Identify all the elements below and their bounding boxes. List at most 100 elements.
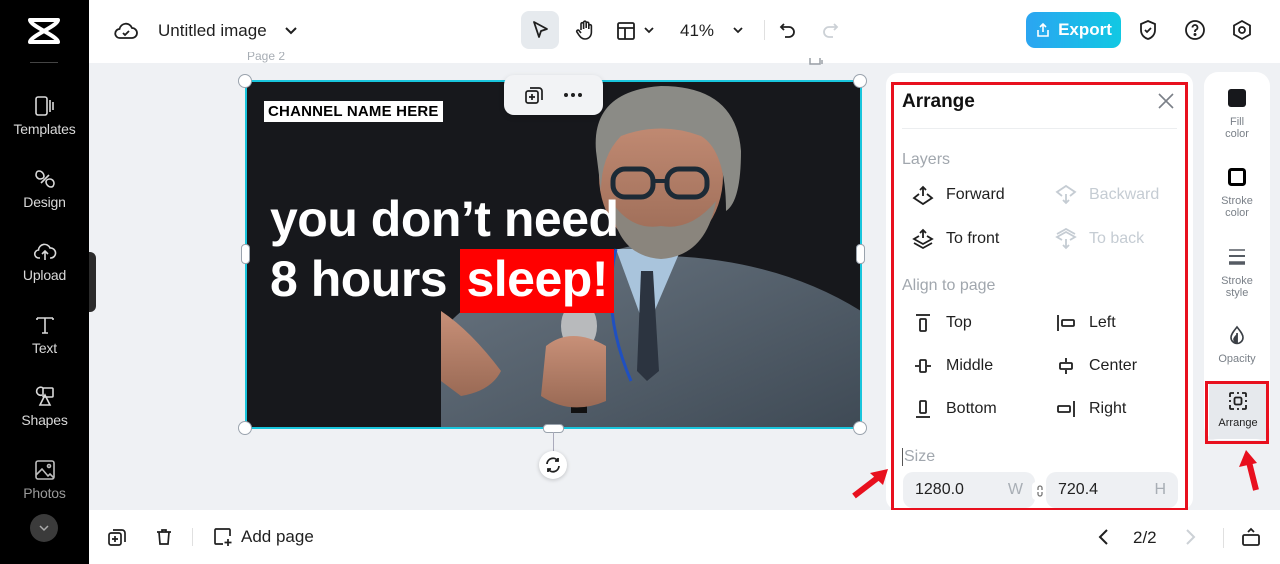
page-panel-toggle[interactable] <box>1241 527 1261 547</box>
channel-name-text[interactable]: CHANNEL NAME HERE <box>264 101 443 122</box>
forward-label: Forward <box>946 186 1005 203</box>
to-front-button[interactable]: To front <box>912 228 999 250</box>
rotate-handle[interactable] <box>539 451 567 479</box>
text-icon <box>33 313 57 337</box>
upload-icon <box>33 240 57 264</box>
stroke-color-label: Stroke color <box>1221 195 1253 219</box>
chevron-right-icon <box>1186 529 1196 545</box>
select-tool-button[interactable] <box>521 11 559 49</box>
zoom-level[interactable]: 41% <box>680 21 714 41</box>
floating-toolbar <box>504 75 603 115</box>
link-icon <box>1037 485 1043 497</box>
hand-icon <box>575 20 593 40</box>
left-sidebar: Templates Design Upload Text Shapes Phot… <box>0 0 89 564</box>
to-back-button[interactable]: To back <box>1055 228 1144 250</box>
capcut-logo-icon[interactable] <box>26 16 62 46</box>
align-top-button[interactable]: Top <box>912 312 972 334</box>
title-dropdown-button[interactable] <box>281 20 301 40</box>
next-page-button[interactable] <box>1183 528 1197 546</box>
height-value: 720.4 <box>1058 481 1099 498</box>
redo-button[interactable] <box>818 19 842 43</box>
resize-handle-bottom-right[interactable] <box>853 421 867 435</box>
sidebar-item-photos[interactable]: Photos <box>0 458 89 516</box>
rotate-icon <box>546 457 560 473</box>
fill-color-icon <box>1227 88 1247 108</box>
sidebar-item-templates[interactable]: Templates <box>0 94 89 152</box>
sidebar-item-label: Upload <box>22 267 67 283</box>
resize-handle-left[interactable] <box>241 244 250 264</box>
sidebar-item-label: Photos <box>23 485 66 501</box>
align-middle-button[interactable]: Middle <box>912 355 993 377</box>
align-middle-icon <box>912 355 934 377</box>
section-label-align: Align to page <box>902 277 996 294</box>
align-left-button[interactable]: Left <box>1055 312 1116 334</box>
resize-handle-top-right[interactable] <box>853 74 867 88</box>
height-input[interactable]: 720.4 H <box>1046 472 1178 508</box>
resize-handle-top-left[interactable] <box>238 74 252 88</box>
prev-page-button[interactable] <box>1097 528 1111 546</box>
section-label-layers: Layers <box>902 151 951 168</box>
layout-button[interactable] <box>614 19 638 43</box>
layout-icon <box>617 22 635 40</box>
zoom-dropdown-button[interactable] <box>730 22 746 38</box>
sidebar-item-text[interactable]: Text <box>0 313 89 371</box>
close-panel-button[interactable] <box>1157 92 1175 110</box>
resize-handle-bottom-left[interactable] <box>238 421 252 435</box>
sidebar-collapse-handle[interactable] <box>89 252 96 312</box>
bring-forward-icon <box>912 184 934 206</box>
resize-handle-right[interactable] <box>856 244 865 264</box>
headline-line-2-prefix: 8 hours <box>270 251 461 307</box>
align-center-button[interactable]: Center <box>1055 355 1137 377</box>
document-title[interactable]: Untitled image <box>158 21 267 41</box>
backward-button[interactable]: Backward <box>1055 184 1159 206</box>
sidebar-item-shapes[interactable]: Shapes <box>0 385 89 443</box>
page-options-icon[interactable] <box>808 58 824 65</box>
panel-title: Arrange <box>902 91 975 112</box>
to-back-label: To back <box>1089 230 1145 247</box>
export-button[interactable]: Export <box>1026 12 1121 48</box>
sidebar-more-button[interactable] <box>30 514 58 542</box>
sidebar-item-label: Shapes <box>21 412 68 428</box>
annotation-arrow-icon <box>852 469 888 499</box>
sidebar-item-design[interactable]: Design <box>0 167 89 225</box>
stroke-color-button[interactable]: Stroke color <box>1204 167 1270 219</box>
sidebar-item-upload[interactable]: Upload <box>0 240 89 298</box>
layout-dropdown-button[interactable] <box>641 22 657 38</box>
help-icon <box>1185 20 1205 40</box>
more-options-button[interactable] <box>563 92 583 98</box>
help-button[interactable] <box>1183 18 1207 42</box>
shapes-icon <box>33 385 57 409</box>
align-right-button[interactable]: Right <box>1055 398 1126 420</box>
arrange-button[interactable]: Arrange <box>1209 383 1267 439</box>
align-left-label: Left <box>1089 314 1116 331</box>
annotation-arrow-icon <box>1239 450 1259 491</box>
duplicate-page-button[interactable] <box>107 527 127 547</box>
page-indicator: 2/2 <box>1133 528 1157 547</box>
undo-button[interactable] <box>776 19 800 43</box>
sidebar-item-label: Design <box>23 194 66 210</box>
headline-line-2: 8 hours sleep! <box>270 249 619 313</box>
align-bottom-label: Bottom <box>946 400 997 417</box>
artboard-image[interactable]: CHANNEL NAME HERE you don’t need 8 hours… <box>246 81 861 428</box>
pointer-icon <box>533 21 548 38</box>
hand-tool-button[interactable] <box>566 11 604 49</box>
headline-line-1: you don’t need <box>270 191 619 247</box>
opacity-button[interactable]: Opacity <box>1204 325 1270 365</box>
add-page-button[interactable]: Add page <box>213 527 314 547</box>
stroke-style-button[interactable]: Stroke style <box>1204 247 1270 299</box>
headline-text[interactable]: you don’t need 8 hours sleep! <box>270 189 619 313</box>
align-left-icon <box>1055 312 1077 334</box>
cloud-sync-button[interactable] <box>113 18 139 44</box>
delete-page-button[interactable] <box>154 527 174 547</box>
security-button[interactable] <box>1136 18 1160 42</box>
settings-button[interactable] <box>1230 18 1254 42</box>
width-input[interactable]: 1280.0 W <box>903 472 1035 508</box>
align-bottom-button[interactable]: Bottom <box>912 398 997 420</box>
duplicate-button[interactable] <box>524 85 544 105</box>
forward-button[interactable]: Forward <box>912 184 1005 206</box>
chevron-down-icon <box>285 26 297 34</box>
arrange-label: Arrange <box>1218 417 1258 429</box>
stroke-style-label: Stroke style <box>1221 275 1253 299</box>
sidebar-item-label: Templates <box>13 121 76 137</box>
fill-color-button[interactable]: Fill color <box>1204 88 1270 140</box>
